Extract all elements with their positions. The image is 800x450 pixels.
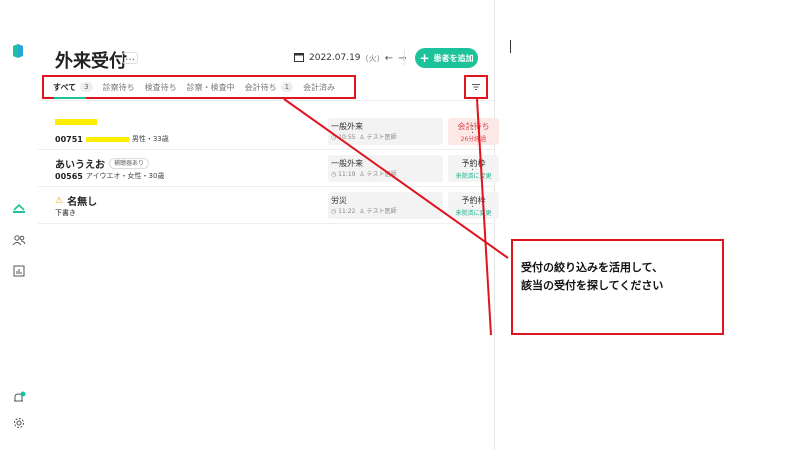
doctor-name: テスト医師 xyxy=(366,171,397,178)
settings-icon[interactable] xyxy=(11,415,27,431)
tab-count-badge: 3 xyxy=(80,82,93,92)
tabs-divider xyxy=(38,100,495,101)
doctor-icon: ♙ xyxy=(357,171,365,178)
app-logo-icon xyxy=(12,43,24,59)
patient-name-text: あいうえお xyxy=(55,160,105,171)
patient-name-text: 名無し xyxy=(67,197,98,208)
tab-label: すべて xyxy=(53,82,77,92)
clock-icon: ◷ xyxy=(331,208,337,215)
visit-time: 10:55 xyxy=(338,134,356,141)
visit-info[interactable]: 一般外来 ◷ 10:55 ♙ テスト医師 xyxy=(328,118,443,145)
notifications-icon[interactable] xyxy=(11,390,27,406)
row-menu-icon[interactable]: ⋮ xyxy=(468,125,477,135)
visit-schedule: ◷ 11:19 ♙ テスト医師 xyxy=(331,169,397,178)
row-menu-icon[interactable]: ⋮ xyxy=(468,162,477,172)
tab-paid[interactable]: 会計済み xyxy=(303,82,335,93)
row-menu-icon[interactable]: ⋮ xyxy=(468,199,477,209)
patient-meta: 00751 男性・33歳 xyxy=(55,134,169,144)
weekday-label: (火) xyxy=(365,53,380,63)
draft-label: 下書き xyxy=(55,209,76,217)
warning-icon: ⚠ xyxy=(55,195,64,206)
page-title: 外来受付 xyxy=(55,51,127,72)
patient-name xyxy=(55,119,97,125)
visit-info[interactable]: 一般外来 ◷ 11:19 ♙ テスト医師 xyxy=(328,155,443,182)
patient-meta: 00565 アイウエオ・女性・30歳 xyxy=(55,171,164,181)
visit-type: 労災 xyxy=(331,196,347,205)
status-action-link[interactable]: 来院済に変更 xyxy=(448,208,499,217)
text-cursor xyxy=(510,40,511,53)
patient-id: 00751 xyxy=(55,134,83,144)
tab-count-badge: 1 xyxy=(280,82,294,92)
tab-label: 会計待ち xyxy=(244,82,277,92)
sidebar xyxy=(0,0,38,450)
title-more-button[interactable]: … xyxy=(122,52,138,64)
visit-time: 11:22 xyxy=(338,208,356,215)
status-sub: 26分経過 xyxy=(460,136,487,143)
doctor-icon: ♙ xyxy=(357,134,365,141)
visit-schedule: ◷ 11:22 ♙ テスト医師 xyxy=(331,206,397,215)
patient-tag: 補聴器あり xyxy=(109,158,150,169)
patient-name: ⚠ 名無し xyxy=(55,193,98,209)
active-tab-indicator xyxy=(54,97,86,99)
visit-type: 一般外来 xyxy=(331,159,363,168)
doctor-icon: ♙ xyxy=(357,208,365,215)
next-day-arrow-icon[interactable]: → xyxy=(398,53,406,64)
list-item[interactable]: ⚠ 名無し 下書き 労災 ◷ 11:22 ♙ テスト医師 予約枠 来院済に変更 … xyxy=(38,187,499,224)
patients-icon[interactable] xyxy=(11,232,27,248)
visit-info[interactable]: 労災 ◷ 11:22 ♙ テスト医師 xyxy=(328,192,443,219)
callout-line-1: 受付の絞り込みを活用して、 xyxy=(521,261,664,274)
calendar-icon[interactable] xyxy=(294,52,304,65)
add-patient-label: 患者を追加 xyxy=(433,53,474,63)
clock-icon: ◷ xyxy=(331,134,337,141)
tab-waiting-test[interactable]: 検査待ち xyxy=(145,82,177,93)
add-patient-button[interactable]: + 患者を追加 xyxy=(415,48,478,68)
callout-line-2: 該当の受付を探してください xyxy=(521,279,664,292)
tab-label: 検査待ち xyxy=(144,82,177,92)
patient-name: あいうえお 補聴器あり xyxy=(55,156,150,171)
doctor-name: テスト医師 xyxy=(366,134,397,141)
reception-panel: 外来受付 … 2022.07.19 (火) ← → + 患者を追加 すべて 3 … xyxy=(38,0,499,450)
doctor-name: テスト医師 xyxy=(366,208,397,215)
plus-icon: + xyxy=(419,51,430,65)
detail-panel xyxy=(496,0,800,450)
prev-day-arrow-icon[interactable]: ← xyxy=(385,53,393,64)
status-action-link[interactable]: 来院済に変更 xyxy=(448,171,499,180)
visit-schedule: ◷ 10:55 ♙ テスト医師 xyxy=(331,132,397,141)
filter-button[interactable] xyxy=(464,75,488,99)
tab-all[interactable]: すべて 3 xyxy=(53,82,93,93)
patient-detail: アイウエオ・女性・30歳 xyxy=(85,172,165,180)
reports-icon[interactable] xyxy=(11,263,27,279)
current-date[interactable]: 2022.07.19 xyxy=(309,53,361,63)
patient-id: 00565 xyxy=(55,171,83,181)
status-tabs: すべて 3 診察待ち 検査待ち 診察・検査中 会計待ち 1 会計済み xyxy=(42,75,356,99)
date-navigator: 2022.07.19 (火) ← → xyxy=(294,48,407,68)
tab-waiting-payment[interactable]: 会計待ち 1 xyxy=(244,82,294,93)
header-divider xyxy=(404,50,405,66)
reception-icon[interactable] xyxy=(11,200,27,216)
tab-label: 会計済み xyxy=(303,82,336,92)
visit-type: 一般外来 xyxy=(331,122,363,131)
tab-label: 診察・検査中 xyxy=(186,82,235,92)
tab-waiting-exam[interactable]: 診察待ち xyxy=(103,82,135,93)
list-item[interactable]: あいうえお 補聴器あり 00565 アイウエオ・女性・30歳 一般外来 ◷ 11… xyxy=(38,150,499,187)
tab-label: 診察待ち xyxy=(102,82,135,92)
instruction-callout: 受付の絞り込みを活用して、 該当の受付を探してください xyxy=(511,239,724,335)
patient-meta: 下書き xyxy=(55,208,76,218)
redacted-name xyxy=(55,119,97,125)
tab-in-progress[interactable]: 診察・検査中 xyxy=(187,82,235,93)
filter-icon xyxy=(472,84,480,90)
redacted-kana xyxy=(85,136,129,142)
list-item[interactable]: 00751 男性・33歳 一般外来 ◷ 10:55 ♙ テスト医師 会計待ち 2… xyxy=(38,113,499,150)
visit-time: 11:19 xyxy=(338,171,356,178)
clock-icon: ◷ xyxy=(331,171,337,178)
patient-detail: 男性・33歳 xyxy=(131,135,169,143)
